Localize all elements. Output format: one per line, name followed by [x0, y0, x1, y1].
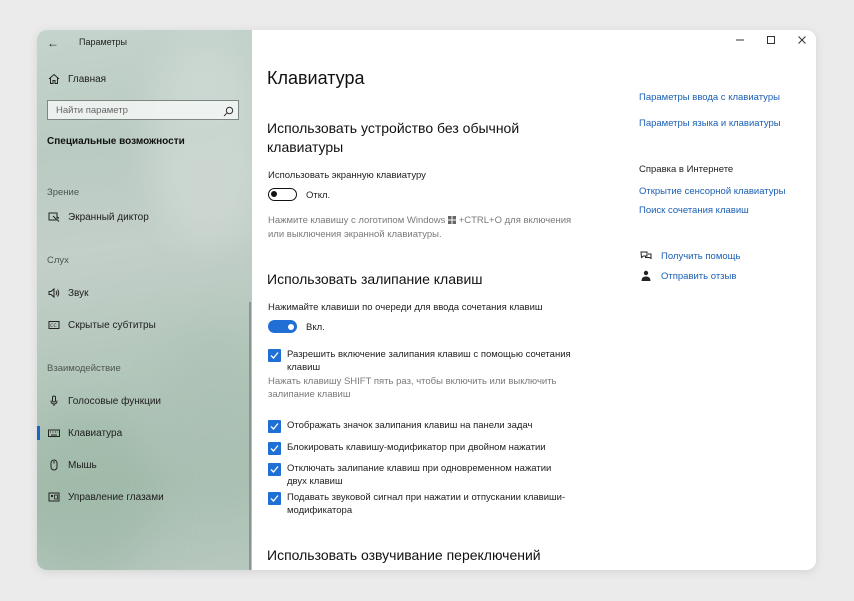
sticky-toggle-label: Нажимайте клавиши по очереди для ввода с… — [268, 302, 543, 313]
close-icon — [797, 32, 807, 50]
sidebar-item-label: Мышь — [68, 459, 97, 471]
allow-shortcut-checkbox[interactable] — [268, 349, 281, 362]
allow-shortcut-hint: Нажать клавишу SHIFT пять раз, чтобы вкл… — [268, 376, 557, 400]
sidebar-item-speech[interactable]: Голосовые функции — [37, 390, 249, 412]
link-keyboard-input-settings[interactable]: Параметры ввода с клавиатуры — [639, 92, 780, 103]
sidebar-item-label: Главная — [68, 73, 107, 85]
section-heading-onscreen: Использовать устройство без обычной клав… — [267, 120, 520, 155]
windows-logo-icon — [448, 215, 457, 228]
sidebar-item-label: Управление глазами — [68, 491, 164, 503]
home-icon — [47, 72, 61, 86]
checkmark-icon — [270, 440, 279, 458]
maximize-button[interactable] — [756, 34, 786, 48]
checkmark-icon — [270, 347, 279, 365]
allow-shortcut-label: Разрешить включение залипания клавиш с п… — [287, 349, 571, 373]
feedback-icon — [639, 269, 653, 283]
lock-modifier-label: Блокировать клавишу-модификатор при двой… — [287, 442, 546, 453]
checkmark-icon — [270, 461, 279, 479]
content-pane: Клавиатура Использовать устройство без о… — [252, 30, 816, 570]
help-icon — [639, 249, 653, 263]
keyboard-icon — [47, 426, 61, 440]
onscreen-toggle-state: Откл. — [306, 190, 331, 201]
taskbar-icon-label: Отображать значок залипания клавиш на па… — [287, 420, 533, 431]
microphone-icon — [47, 394, 61, 408]
link-open-touch-keyboard[interactable]: Открытие сенсорной клавиатуры — [639, 186, 786, 197]
narrator-icon — [47, 210, 61, 224]
checkmark-icon — [270, 418, 279, 436]
search-icon[interactable] — [223, 104, 234, 122]
sidebar-item-keyboard[interactable]: Клавиатура — [37, 422, 249, 444]
sidebar-item-label: Клавиатура — [68, 427, 123, 439]
sticky-toggle-state: Вкл. — [306, 322, 325, 333]
minimize-icon — [735, 32, 745, 50]
sound-signal-label: Подавать звуковой сигнал при нажатии и о… — [287, 492, 566, 516]
sidebar-item-home[interactable]: Главная — [37, 68, 249, 90]
help-heading: Справка в Интернете — [639, 164, 734, 175]
disable-sticky-checkbox[interactable] — [268, 463, 281, 476]
back-arrow-icon: ← — [47, 36, 59, 50]
page-title: Клавиатура — [267, 68, 365, 88]
eye-control-icon — [47, 490, 61, 504]
sidebar-item-eye-control[interactable]: Управление глазами — [37, 486, 249, 508]
close-button[interactable] — [787, 34, 816, 48]
sound-signal-checkbox[interactable] — [268, 492, 281, 505]
svg-text:CC: CC — [50, 323, 56, 329]
section-hearing: Слух — [47, 255, 69, 266]
sticky-keys-toggle[interactable] — [268, 320, 297, 333]
section-vision: Зрение — [47, 187, 80, 198]
captions-icon: CC — [47, 318, 61, 332]
sidebar-category: Специальные возможности — [47, 136, 185, 147]
onscreen-keyboard-toggle[interactable] — [268, 188, 297, 201]
sidebar: ← Параметры Главная Найти параметр Специ… — [37, 30, 267, 570]
section-heading-sticky: Использовать залипание клавиш — [267, 271, 483, 287]
search-input[interactable]: Найти параметр — [47, 100, 239, 120]
link-find-shortcuts[interactable]: Поиск сочетания клавиш — [639, 205, 749, 216]
onscreen-hint: Нажмите клавишу с логотипом Windows +CTR… — [268, 215, 572, 240]
sidebar-item-label: Голосовые функции — [68, 395, 162, 407]
taskbar-icon-checkbox[interactable] — [268, 420, 281, 433]
section-interaction: Взаимодействие — [47, 363, 121, 374]
app-title: Параметры — [79, 37, 127, 47]
section-heading-toggle-keys: Использовать озвучивание переключений — [267, 547, 541, 563]
sidebar-item-label: Звук — [68, 287, 89, 299]
send-feedback-link[interactable]: Отправить отзыв — [639, 269, 736, 283]
speaker-icon — [47, 286, 61, 300]
search-placeholder: Найти параметр — [56, 105, 128, 116]
disable-sticky-label: Отключать залипание клавиш при одновреме… — [287, 463, 552, 487]
mouse-icon — [47, 458, 61, 472]
onscreen-toggle-label: Использовать экранную клавиатуру — [268, 170, 426, 181]
link-language-keyboard-settings[interactable]: Параметры языка и клавиатуры — [639, 118, 781, 129]
back-button[interactable]: ← — [47, 36, 59, 50]
sidebar-item-label: Экранный диктор — [68, 211, 149, 223]
lock-modifier-checkbox[interactable] — [268, 442, 281, 455]
minimize-button[interactable] — [725, 34, 755, 48]
get-help-link[interactable]: Получить помощь — [639, 249, 740, 263]
sidebar-item-captions[interactable]: CC Скрытые субтитры — [37, 314, 249, 336]
settings-window: ← Параметры Главная Найти параметр Специ… — [37, 30, 816, 570]
checkmark-icon — [270, 490, 279, 508]
sidebar-item-narrator[interactable]: Экранный диктор — [37, 206, 249, 228]
sidebar-scrollbar[interactable] — [249, 302, 251, 570]
sidebar-item-label: Скрытые субтитры — [68, 319, 156, 331]
sidebar-item-mouse[interactable]: Мышь — [37, 454, 249, 476]
maximize-icon — [766, 32, 776, 50]
sidebar-item-audio[interactable]: Звук — [37, 282, 249, 304]
